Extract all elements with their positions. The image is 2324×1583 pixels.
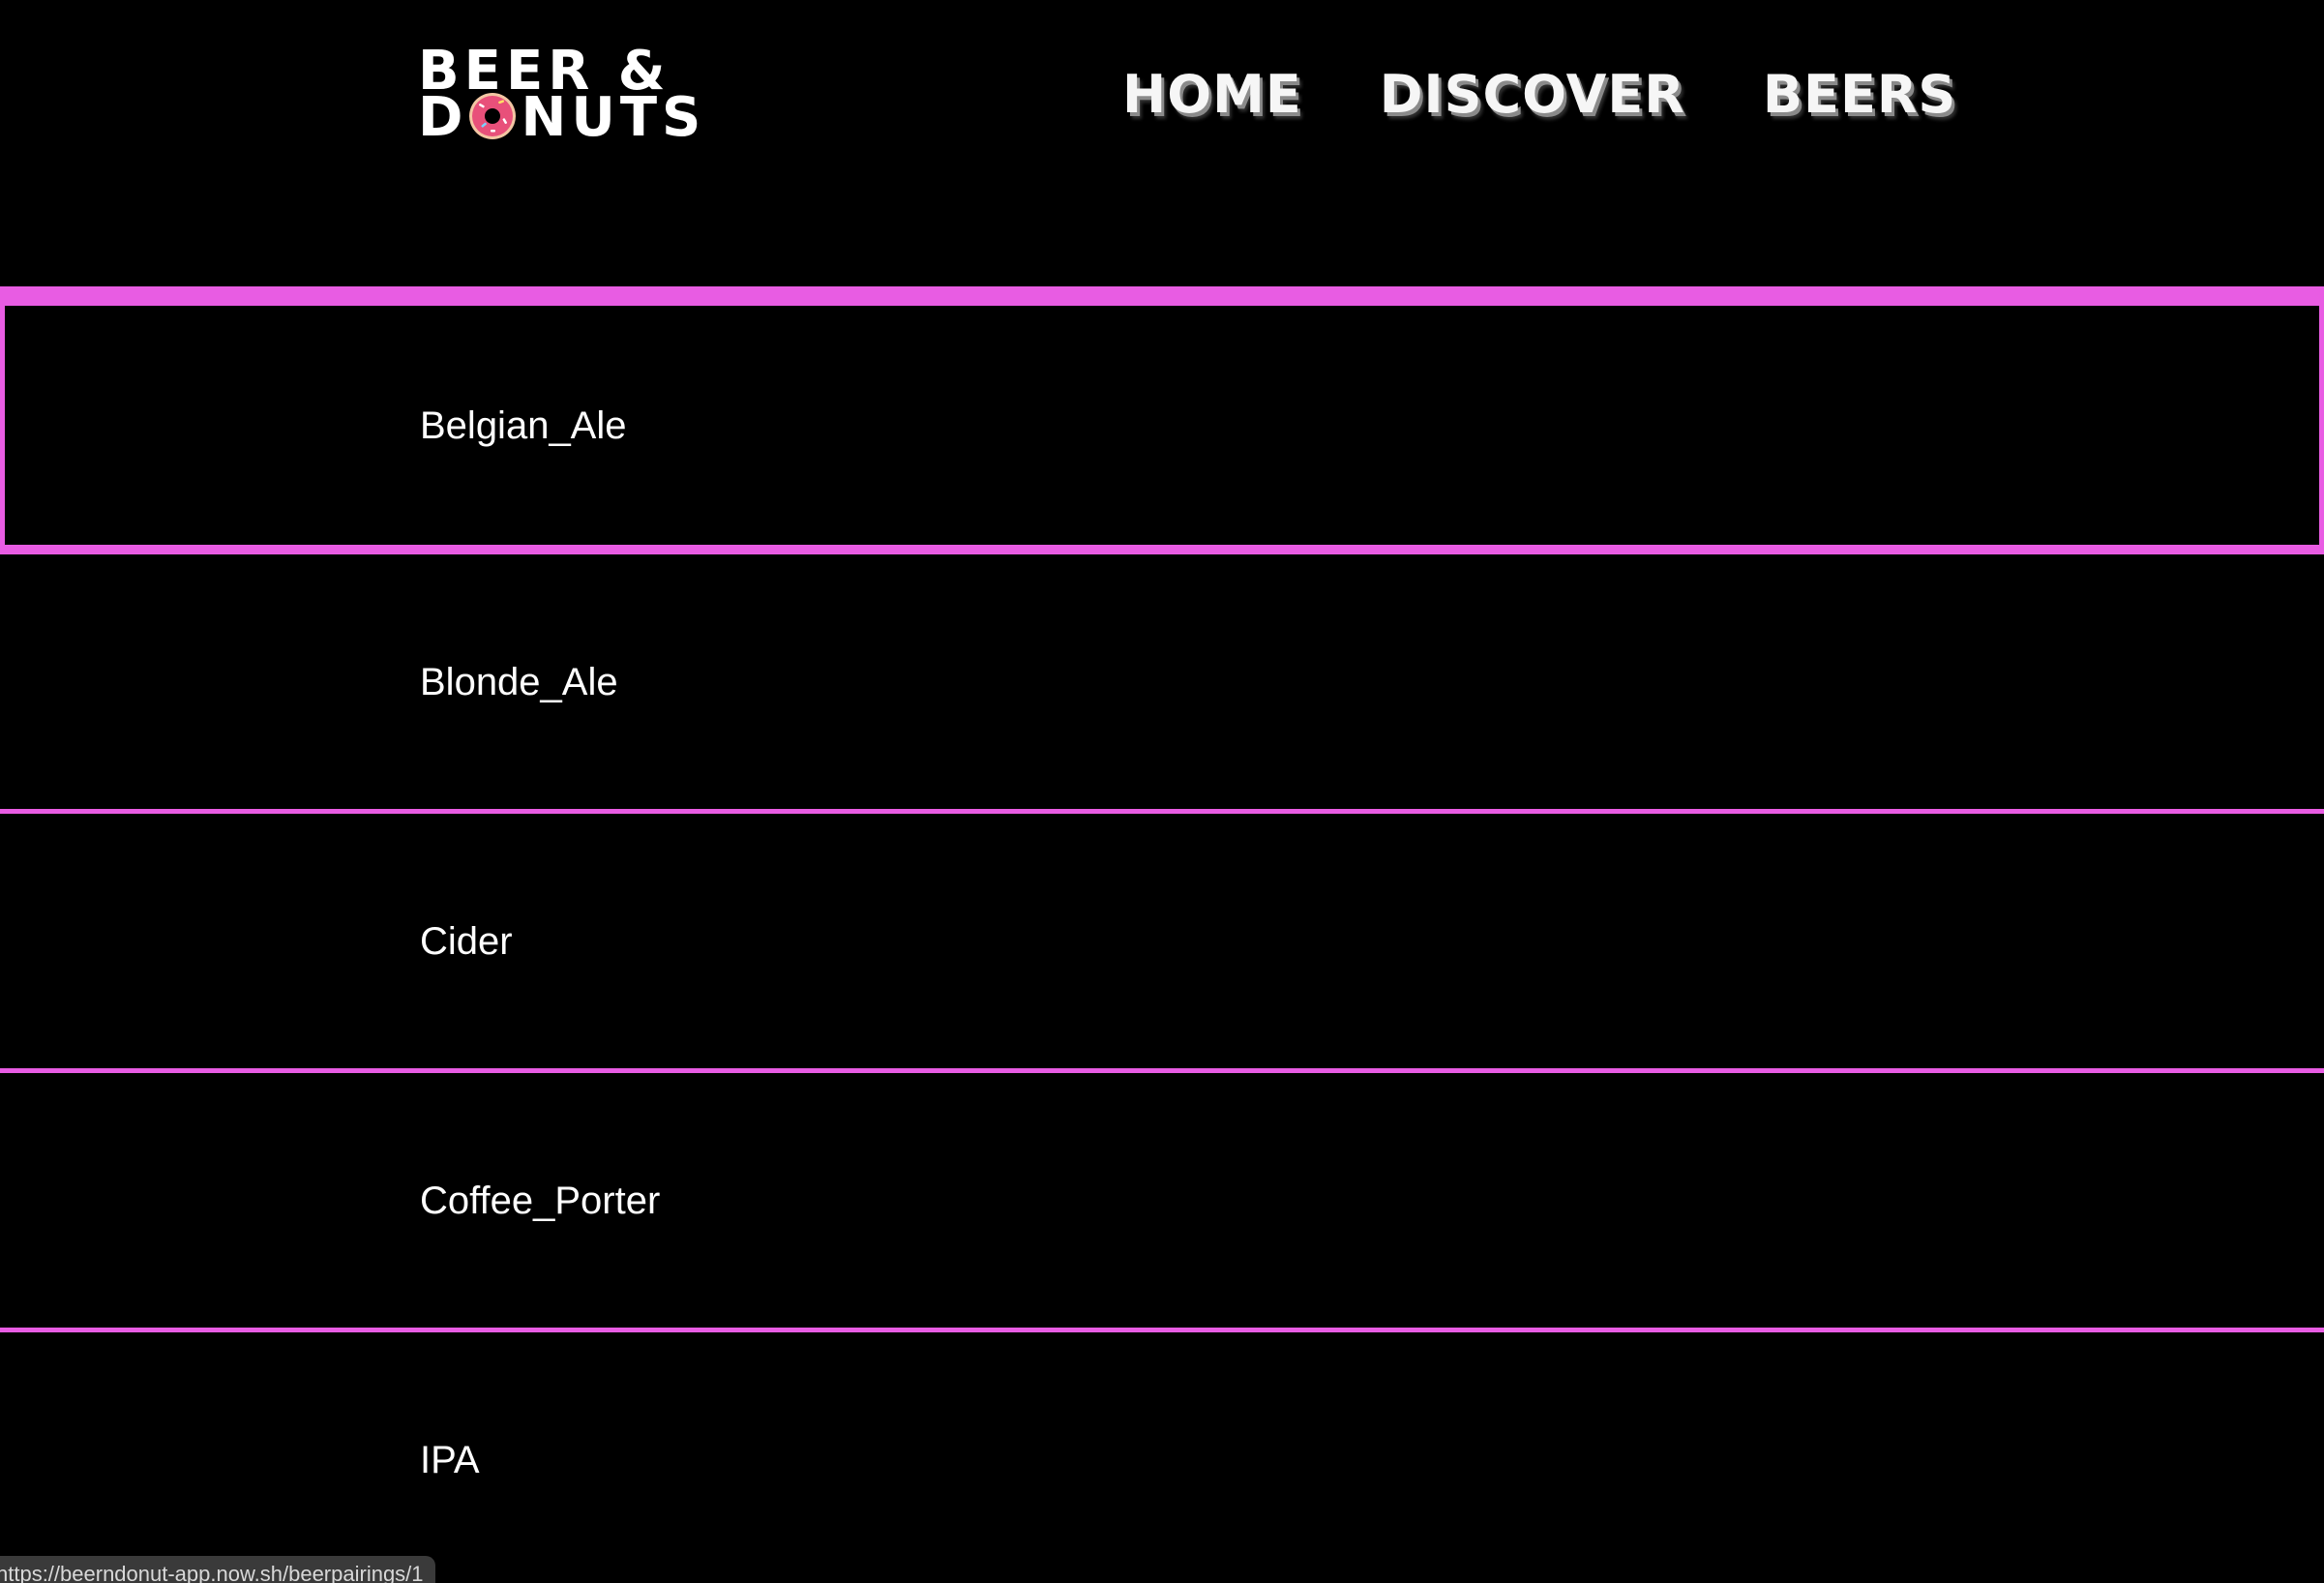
nav-home-link[interactable]: HOME: [1122, 58, 1302, 132]
status-bar-url: https://beerndonut-app.now.sh/beerpairin…: [0, 1556, 435, 1583]
list-item-belgian-ale[interactable]: Belgian_Ale: [0, 286, 2324, 550]
list-item-label: Belgian_Ale: [420, 403, 627, 447]
nav-beers-link[interactable]: BEERS: [1763, 58, 1956, 132]
list-item-blonde-ale[interactable]: Blonde_Ale: [0, 550, 2324, 809]
list-item-label: Cider: [420, 919, 513, 963]
beer-style-list: Belgian_Ale Blonde_Ale Cider Coffee_Port…: [0, 286, 2324, 1583]
nav-discover-link[interactable]: DISCOVER: [1380, 58, 1685, 132]
brand-logo[interactable]: BEER & D NUTS: [418, 45, 700, 145]
main-nav: HOME DISCOVER BEERS: [1122, 58, 1956, 132]
list-item-label: Coffee_Porter: [420, 1179, 661, 1222]
list-item-ipa[interactable]: IPA: [0, 1328, 2324, 1583]
logo-letters-rest: NUTS: [521, 86, 706, 149]
list-item-label: IPA: [420, 1438, 480, 1481]
site-header: BEER & D NUTS HOME DISCOVER BEERS: [0, 0, 2324, 286]
list-item-coffee-porter[interactable]: Coffee_Porter: [0, 1068, 2324, 1328]
logo-letter-d: D: [418, 86, 468, 149]
logo-line-2: D NUTS: [418, 91, 705, 145]
page: BEER & D NUTS HOME DISCOVER BEERS Belgia…: [0, 0, 2324, 1583]
list-item-label: Blonde_Ale: [420, 660, 618, 703]
donut-icon: [467, 91, 518, 141]
list-item-cider[interactable]: Cider: [0, 809, 2324, 1068]
